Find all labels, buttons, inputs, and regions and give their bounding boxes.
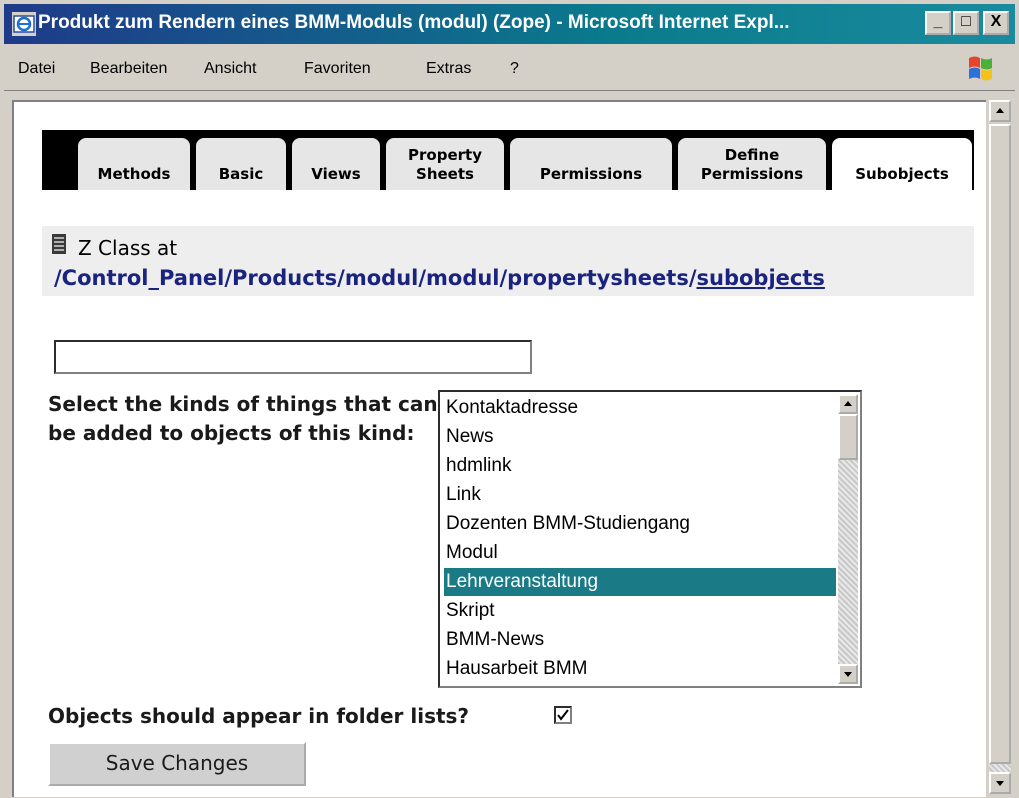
tab-bar: Methods Basic Views Property Sheets Perm… [42,130,974,190]
folder-lists-label: Objects should appear in folder lists? [48,704,470,728]
subobject-kinds-listbox[interactable]: Kontaktadresse News hdmlink Link Dozente… [438,390,862,688]
close-button[interactable]: X [983,11,1009,35]
listbox-scroll-thumb[interactable] [838,414,858,460]
page-scroll-thumb[interactable] [989,124,1011,764]
menu-bearbeiten[interactable]: Bearbeiten [90,60,167,78]
list-item[interactable]: Hausarbeit BMM [444,655,836,683]
breadcrumb-header: Z Class at /Control_Panel/Products/modul… [42,226,974,296]
list-item[interactable]: Skript [444,597,836,625]
name-text-input[interactable] [54,340,532,374]
path-prefix: /Control_Panel/Products/modul/modul/prop… [54,266,697,290]
listbox-scrollbar[interactable] [838,394,858,684]
tab-basic[interactable]: Basic [196,138,286,190]
select-kinds-label: Select the kinds of things that can be a… [48,392,438,445]
list-item[interactable]: Kontaktadresse [444,394,836,422]
window-title: Produkt zum Rendern eines BMM-Moduls (mo… [38,12,790,33]
tab-methods[interactable]: Methods [78,138,190,190]
list-item-selected[interactable]: Lehrveranstaltung [444,568,836,596]
tab-permissions[interactable]: Permissions [510,138,672,190]
object-path: /Control_Panel/Products/modul/modul/prop… [54,266,825,290]
menu-extras[interactable]: Extras [426,60,471,78]
list-item[interactable]: Dozenten BMM-Studiengang [444,510,836,538]
list-item[interactable]: News [444,423,836,451]
maximize-button[interactable]: □ [953,11,979,35]
minimize-button[interactable]: _ [925,11,951,35]
tab-property-sheets[interactable]: Property Sheets [386,138,504,190]
tab-define-permissions[interactable]: Define Permissions [678,138,826,190]
scroll-down-arrow-icon[interactable] [838,664,858,684]
zclass-icon [52,234,66,254]
page-vertical-scrollbar[interactable] [987,100,1013,795]
menu-favoriten[interactable]: Favoriten [304,60,371,78]
title-bar: Produkt zum Rendern eines BMM-Moduls (mo… [4,4,1015,44]
list-item[interactable]: Link [444,481,836,509]
menu-datei[interactable]: Datei [18,60,55,78]
page-scroll-up-arrow-icon[interactable] [989,100,1011,122]
scroll-up-arrow-icon[interactable] [838,394,858,414]
menu-ansicht[interactable]: Ansicht [204,60,256,78]
list-item[interactable]: Modul [444,539,836,567]
path-link-subobjects[interactable]: subobjects [697,266,825,290]
menu-bar: Datei Bearbeiten Ansicht Favoriten Extra… [4,46,1015,91]
save-changes-button[interactable]: Save Changes [48,742,306,786]
menu-help[interactable]: ? [510,60,519,78]
tab-views[interactable]: Views [292,138,380,190]
internet-explorer-icon [12,12,36,36]
checkmark-icon [557,709,569,721]
class-label: Z Class at [78,236,178,260]
page-scroll-down-arrow-icon[interactable] [989,772,1011,794]
browser-window: Produkt zum Rendern eines BMM-Moduls (mo… [0,0,1019,798]
folder-lists-checkbox[interactable] [554,706,572,724]
list-item[interactable]: BMM-News [444,626,836,654]
page-content: Methods Basic Views Property Sheets Perm… [12,100,986,797]
list-item[interactable]: hdmlink [444,452,836,480]
windows-logo-icon [969,56,992,81]
tab-subobjects[interactable]: Subobjects [832,138,972,190]
